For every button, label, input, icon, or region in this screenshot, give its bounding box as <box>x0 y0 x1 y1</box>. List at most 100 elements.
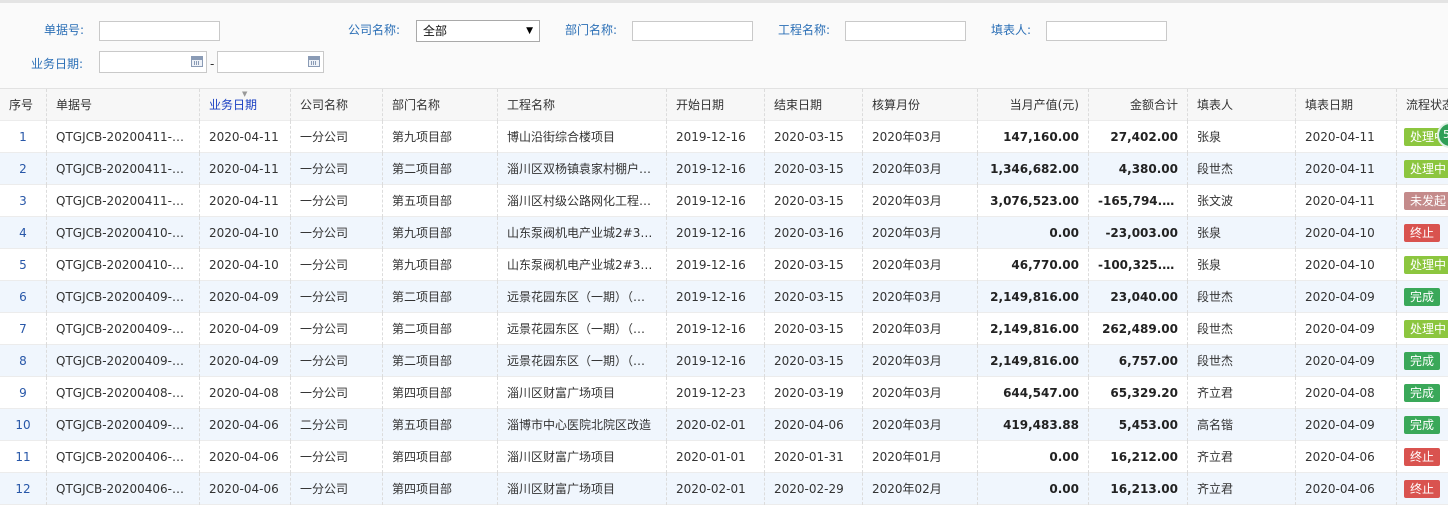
cell-status: 完成 <box>1397 281 1448 313</box>
biz-date-start-input[interactable] <box>99 51 207 73</box>
status-badge[interactable]: 终止 <box>1404 480 1441 498</box>
header-output[interactable]: 当月产值(元) <box>978 89 1089 121</box>
cell-biz-date: 2020-04-09 <box>200 313 291 345</box>
cell-month: 2020年03月 <box>863 345 978 377</box>
doc-no-label: 单据号: <box>44 23 85 37</box>
cell-company: 一分公司 <box>291 185 383 217</box>
table-row[interactable]: 5 QTGJCB-20200410-002 2020-04-10 一分公司 第九项目部山… <box>0 249 1448 281</box>
doc-no-input[interactable] <box>99 21 220 41</box>
project-input[interactable] <box>845 21 966 41</box>
cell-total: -100,325.41 <box>1089 249 1188 281</box>
cell-end-date: 2020-03-15 <box>765 345 863 377</box>
cell-fill-date: 2020-04-09 <box>1296 313 1397 345</box>
header-dept[interactable]: 部门名称 <box>383 89 498 121</box>
cell-index[interactable]: 9 <box>0 377 47 409</box>
table-row[interactable]: 7 QTGJCB-20200409-002 2020-04-09 一分公司 第二项目部远… <box>0 313 1448 345</box>
calendar-icon[interactable] <box>191 56 203 67</box>
cell-index[interactable]: 5 <box>0 249 47 281</box>
cell-filler: 张泉 <box>1188 249 1296 281</box>
status-badge[interactable]: 完成 <box>1404 384 1441 402</box>
status-badge[interactable]: 未发起 <box>1404 192 1448 210</box>
project-label: 工程名称: <box>778 23 831 37</box>
header-biz-date[interactable]: ▼ 业务日期 <box>200 89 291 121</box>
header-total[interactable]: 金额合计 <box>1089 89 1188 121</box>
header-status[interactable]: 流程状态 <box>1397 89 1448 121</box>
table-row[interactable]: 6 QTGJCB-20200409-006 2020-04-09 一分公司 第二项目部远… <box>0 281 1448 313</box>
cell-index[interactable]: 8 <box>0 345 47 377</box>
cell-doc-no: QTGJCB-20200409-006 <box>47 281 200 313</box>
cell-index[interactable]: 6 <box>0 281 47 313</box>
cell-dept: 第四项目部 <box>383 377 498 409</box>
table-row[interactable]: 10 QTGJCB-20200409-001 2020-04-06 二分公司 第五项目部… <box>0 409 1448 441</box>
header-end-date[interactable]: 结束日期 <box>765 89 863 121</box>
header-filler[interactable]: 填表人 <box>1188 89 1296 121</box>
biz-date-end-input[interactable] <box>217 51 324 73</box>
cell-output: 1,346,682.00 <box>978 153 1089 185</box>
header-fill-date[interactable]: 填表日期 <box>1296 89 1397 121</box>
cell-output: 3,076,523.00 <box>978 185 1089 217</box>
table-row[interactable]: 11 QTGJCB-20200406-002 2020-04-06 一分公司 第四项目部… <box>0 441 1448 473</box>
cell-index[interactable]: 3 <box>0 185 47 217</box>
table-row[interactable]: 4 QTGJCB-20200410-001 2020-04-10 一分公司 第九项目部山… <box>0 217 1448 249</box>
company-select[interactable]: 全部 ▼ <box>416 20 540 42</box>
table-row[interactable]: 2 QTGJCB-20200411-008 2020-04-11 一分公司 第二项目部淄… <box>0 153 1448 185</box>
cell-filler: 张文波 <box>1188 185 1296 217</box>
cell-fill-date: 2020-04-10 <box>1296 217 1397 249</box>
status-badge[interactable]: 终止 <box>1404 224 1441 242</box>
cell-index[interactable]: 11 <box>0 441 47 473</box>
table-row[interactable]: 1 QTGJCB-20200411-001 2020-04-11 一分公司 第九项目部博… <box>0 121 1448 153</box>
cell-biz-date: 2020-04-11 <box>200 153 291 185</box>
cell-status: 处理中 <box>1397 249 1448 281</box>
status-badge[interactable]: 处理中 <box>1404 320 1448 338</box>
header-start-date[interactable]: 开始日期 <box>667 89 765 121</box>
filter-panel: 单据号: 公司名称: 全部 ▼ 部门名称: 工程名称: 填表人: 业务日期: - <box>0 3 1448 87</box>
cell-filler: 张泉 <box>1188 121 1296 153</box>
table-row[interactable]: 3 QTGJCB-20200411-006 2020-04-11 一分公司 第五项目部淄… <box>0 185 1448 217</box>
header-company[interactable]: 公司名称 <box>291 89 383 121</box>
cell-index[interactable]: 7 <box>0 313 47 345</box>
header-index[interactable]: 序号 <box>0 89 47 121</box>
calendar-icon[interactable] <box>308 56 320 67</box>
status-badge[interactable]: 完成 <box>1404 352 1441 370</box>
cell-filler: 齐立君 <box>1188 473 1296 505</box>
cell-dept: 第九项目部 <box>383 249 498 281</box>
company-select-value: 全部 <box>423 24 448 38</box>
cell-status: 处理中 <box>1397 313 1448 345</box>
cell-doc-no: QTGJCB-20200409-003 <box>47 345 200 377</box>
cell-total: 16,212.00 <box>1089 441 1188 473</box>
header-doc-no[interactable]: 单据号 <box>47 89 200 121</box>
status-badge[interactable]: 处理中 <box>1404 256 1448 274</box>
cell-project: 淄川区财富广场项目 <box>498 473 667 505</box>
cell-project: 博山沿街综合楼项目 <box>498 121 667 153</box>
cell-end-date: 2020-03-15 <box>765 121 863 153</box>
table-row[interactable]: 9 QTGJCB-20200408-001 2020-04-08 一分公司 第四项目部淄… <box>0 377 1448 409</box>
status-badge[interactable]: 完成 <box>1404 288 1441 306</box>
cell-index[interactable]: 12 <box>0 473 47 505</box>
cell-filler: 齐立君 <box>1188 441 1296 473</box>
status-badge[interactable]: 处理中 <box>1404 160 1448 178</box>
cell-biz-date: 2020-04-06 <box>200 473 291 505</box>
cell-index[interactable]: 10 <box>0 409 47 441</box>
cell-index[interactable]: 4 <box>0 217 47 249</box>
cell-index[interactable]: 1 <box>0 121 47 153</box>
table-row[interactable]: 8 QTGJCB-20200409-003 2020-04-09 一分公司 第二项目部远… <box>0 345 1448 377</box>
company-label: 公司名称: <box>348 23 401 37</box>
status-badge[interactable]: 完成 <box>1404 416 1441 434</box>
cell-end-date: 2020-03-15 <box>765 249 863 281</box>
dept-input[interactable] <box>632 21 753 41</box>
header-project[interactable]: 工程名称 <box>498 89 667 121</box>
filler-input[interactable] <box>1046 21 1167 41</box>
cell-fill-date: 2020-04-09 <box>1296 409 1397 441</box>
cell-total: 5,453.00 <box>1089 409 1188 441</box>
cell-index[interactable]: 2 <box>0 153 47 185</box>
cell-filler: 张泉 <box>1188 217 1296 249</box>
cell-project: 淄川区财富广场项目 <box>498 377 667 409</box>
cell-filler: 段世杰 <box>1188 281 1296 313</box>
cell-dept: 第二项目部 <box>383 281 498 313</box>
status-badge[interactable]: 终止 <box>1404 448 1441 466</box>
table-row[interactable]: 12 QTGJCB-20200406-003 2020-04-06 一分公司 第四项目部… <box>0 473 1448 505</box>
header-month[interactable]: 核算月份 <box>863 89 978 121</box>
cell-dept: 第九项目部 <box>383 121 498 153</box>
cell-start-date: 2020-02-01 <box>667 473 765 505</box>
cell-start-date: 2019-12-16 <box>667 249 765 281</box>
